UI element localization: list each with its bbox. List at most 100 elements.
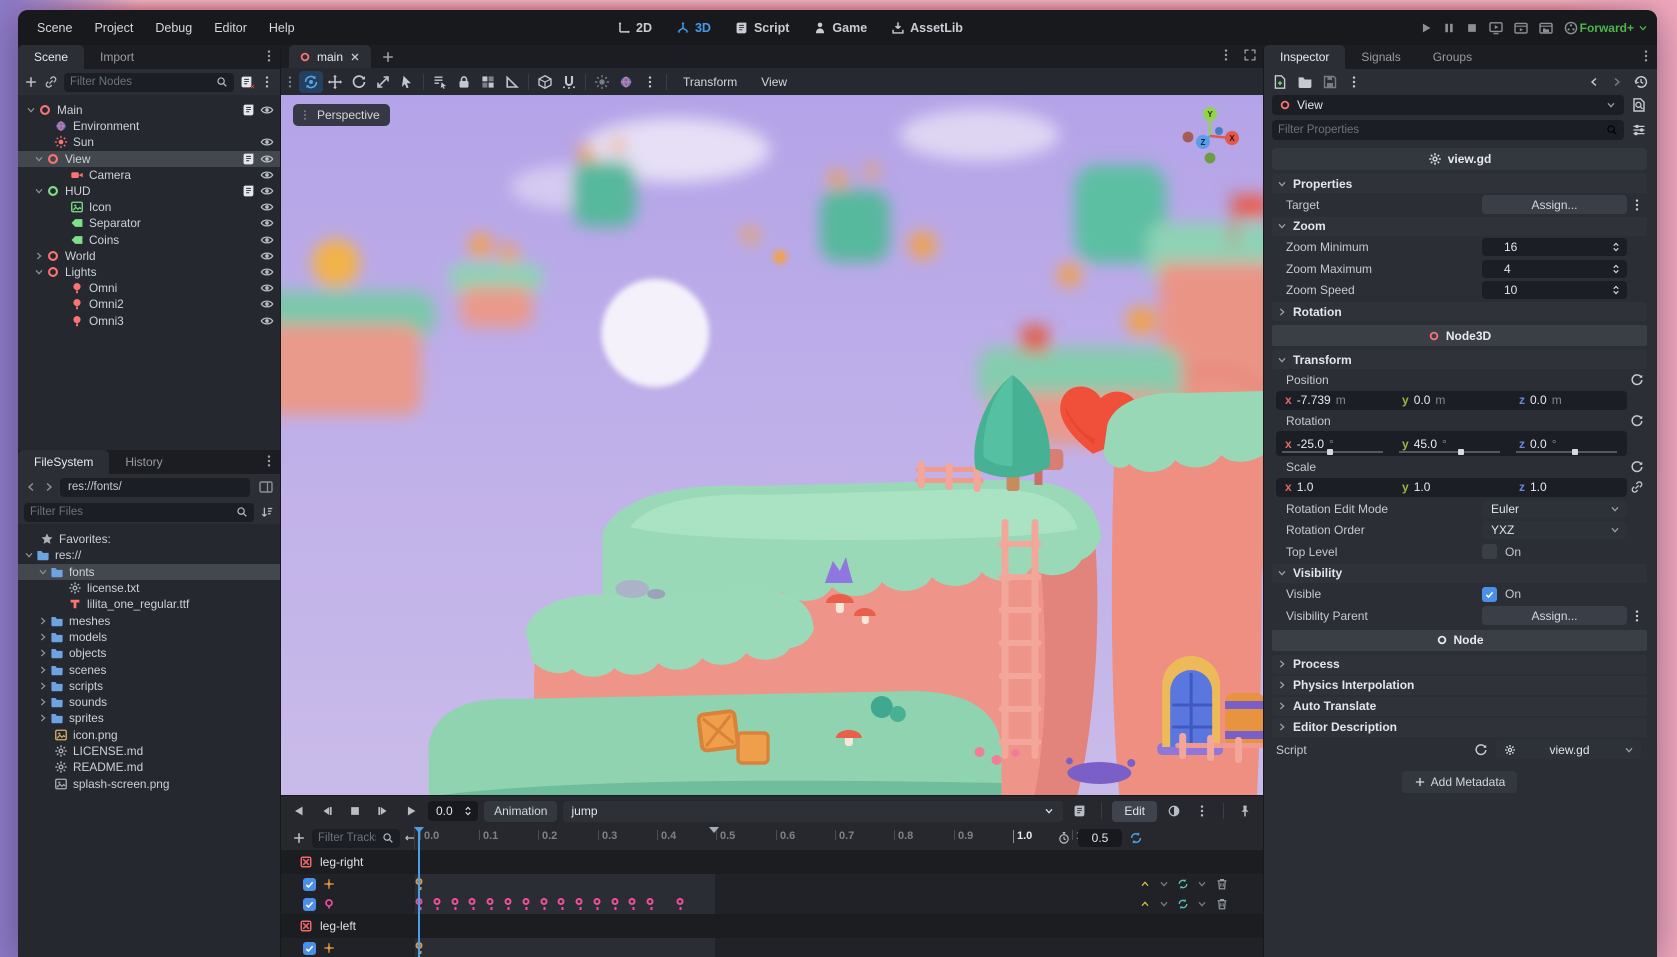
loop-animation-icon[interactable] [1129,831,1143,845]
track-enabled-checkbox[interactable] [303,897,316,911]
loop-wrap-icon[interactable] [1177,898,1189,910]
toggle-sun-preview[interactable] [590,71,614,93]
dock-menu-icon[interactable] [1639,49,1653,63]
visibility-eye-icon[interactable] [260,152,274,166]
track-leg-right-rotation[interactable] [281,894,1263,914]
track-keyframes[interactable] [414,938,1135,957]
history-forward-icon[interactable] [1610,75,1624,89]
script-icon[interactable] [242,184,256,198]
anim-play-button[interactable] [400,801,422,821]
fs-file-splash-png[interactable]: splash-screen.png [18,775,280,791]
onion-skinning-button[interactable] [1163,801,1185,821]
timeline-playhead[interactable] [414,827,424,957]
nav-back-icon[interactable] [24,480,38,494]
track-leg-right-position[interactable] [281,874,1263,894]
tab-history[interactable]: History [109,450,178,474]
sort-files-icon[interactable] [260,505,274,519]
anim-menu-icon[interactable] [1191,801,1213,821]
visibility-eye-icon[interactable] [260,200,274,214]
visibility-eye-icon[interactable] [260,184,274,198]
chevron-down-icon[interactable] [1158,878,1170,890]
menu-scene[interactable]: Scene [28,17,81,39]
fs-file-license-txt[interactable]: license.txt [18,580,280,596]
interp-mode-icon[interactable] [1139,878,1151,890]
pause-button[interactable] [1442,21,1456,35]
fs-folder-objects[interactable]: objects [18,645,280,661]
menu-transform[interactable]: Transform [671,75,749,89]
delete-track-icon[interactable] [1215,897,1229,911]
fs-file-font-ttf[interactable]: lilita_one_regular.ttf [18,596,280,612]
tree-node-camera[interactable]: Camera [18,167,280,183]
fs-folder-scenes[interactable]: scenes [18,661,280,677]
tab-import[interactable]: Import [84,45,150,69]
load-resource-icon[interactable] [1297,74,1313,90]
animation-menu-button[interactable]: Animation [484,800,558,822]
property-menu-icon[interactable] [1630,198,1644,212]
tab-filesystem[interactable]: FileSystem [18,450,110,474]
target-assign-button[interactable]: Assign... [1482,195,1627,215]
scene-tab-main[interactable]: main [289,45,372,68]
track-enabled-checkbox[interactable] [303,941,316,955]
visibility-eye-icon[interactable] [260,265,274,279]
anim-play-backwards-button[interactable] [316,801,338,821]
tab-scene[interactable]: Scene [18,45,85,69]
tree-node-environment[interactable]: Environment [18,118,280,134]
section-visibility[interactable]: Visibility [1272,564,1647,583]
chevron-down-icon[interactable] [1158,898,1170,910]
tool-move[interactable] [323,71,347,93]
script-icon[interactable] [242,152,256,166]
revert-icon[interactable] [1630,373,1644,387]
scale-vector-field[interactable]: x 1.0 y 1.0 z 1.0 [1276,477,1627,497]
section-physics-interpolation[interactable]: Physics Interpolation [1272,676,1647,695]
tree-node-icon[interactable]: Icon [18,199,280,215]
tab-2d[interactable]: 2D [610,18,659,38]
menu-editor[interactable]: Editor [205,17,256,39]
open-docs-icon[interactable] [1631,97,1647,113]
rotation-order-dropdown[interactable]: YXZ [1482,521,1627,540]
projection-dropdown[interactable]: Perspective [293,104,390,126]
visibility-eye-icon[interactable] [260,233,274,247]
script-value-dropdown[interactable]: view.gd [1496,740,1641,759]
visibility-eye-icon[interactable] [260,297,274,311]
tool-ruler[interactable] [500,71,524,93]
fs-folder-sprites[interactable]: sprites [18,710,280,726]
top-level-checkbox[interactable] [1482,544,1497,560]
animation-libraries-button[interactable] [1069,801,1091,821]
save-resource-icon[interactable] [1322,74,1338,90]
anim-time-spinner[interactable]: 0.0 [428,801,479,821]
tree-node-omni2[interactable]: Omni2 [18,296,280,312]
view-orientation-gizmo[interactable]: Y X Z [1179,105,1241,167]
tree-node-world[interactable]: World [18,248,280,264]
filter-files-input[interactable] [24,502,254,522]
add-node-button[interactable] [24,75,38,89]
visibility-eye-icon[interactable] [260,249,274,263]
instance-scene-button[interactable] [44,75,58,89]
detach-script-button[interactable] [240,75,254,89]
tool-orbit[interactable] [299,70,323,93]
section-properties[interactable]: Properties [1272,174,1647,193]
tool-scale[interactable] [371,71,395,93]
anim-stop-button[interactable] [344,801,366,821]
expand-viewport-icon[interactable] [1243,48,1257,62]
spinner-updown-icon[interactable] [1610,263,1622,275]
tool-snap-toggle[interactable] [557,71,581,93]
tree-node-omni3[interactable]: Omni3 [18,312,280,328]
filter-tracks-input[interactable] [312,828,400,848]
fs-res-root[interactable]: res:// [18,547,280,563]
timeline-ruler[interactable]: 0.0 0.1 0.2 0.3 0.4 0.5 0.6 0.7 0.8 0.9 … [414,826,1135,850]
menu-project[interactable]: Project [85,17,142,39]
fs-folder-meshes[interactable]: meshes [18,612,280,628]
script-icon[interactable] [242,103,256,117]
pin-panel-button[interactable] [1234,801,1256,821]
section-rotation-script[interactable]: Rotation [1272,302,1647,321]
tool-group-selected[interactable] [476,71,500,93]
tab-3d[interactable]: 3D [669,18,718,38]
history-back-icon[interactable] [1587,75,1601,89]
delete-track-icon[interactable] [1215,877,1229,891]
zoom-minimum-spinner[interactable]: 16 [1482,238,1627,257]
visibility-eye-icon[interactable] [260,216,274,230]
close-icon[interactable] [349,51,361,63]
fs-file-license-md[interactable]: LICENSE.md [18,743,280,759]
dock-menu-icon[interactable] [262,49,276,63]
section-editor-description[interactable]: Editor Description [1272,718,1647,737]
